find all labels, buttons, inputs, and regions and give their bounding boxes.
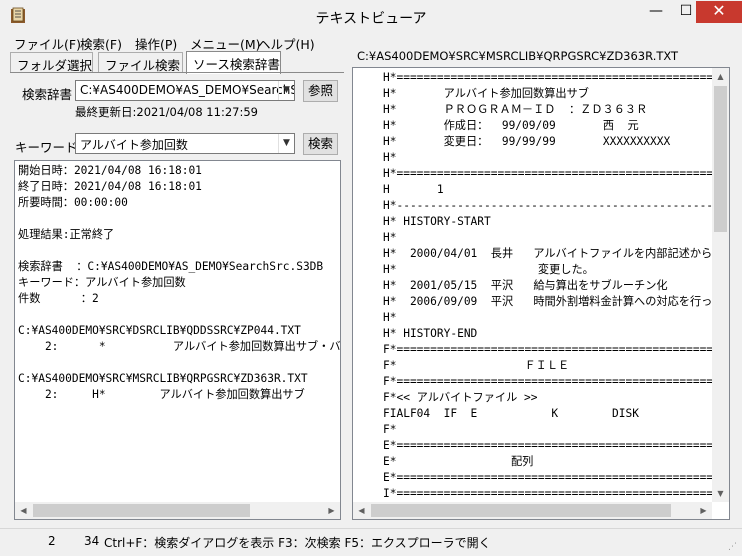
result-line — [18, 307, 340, 323]
source-line: H* HISTORY-START — [383, 215, 491, 228]
status-bar: 2 34 Ctrl+F：検索ダイアログを表示 F3：次検索 F5：エクスプローラ… — [0, 528, 742, 556]
source-line: F* ＦＩＬＥ — [383, 359, 570, 372]
results-panel[interactable]: 開始日時：2021/04/08 16:18:01 終了日時：2021/04/08 … — [14, 160, 341, 520]
source-line: FIALF04 IF E K DISK — [383, 407, 639, 420]
status-line: 2 — [48, 534, 56, 548]
resize-grip-icon[interactable]: ⋰ — [728, 542, 740, 554]
scroll-up-icon[interactable]: ▲ — [712, 68, 729, 85]
source-line: H*--------------------------------------… — [383, 199, 727, 212]
viewer-text: H*======================================… — [383, 70, 727, 502]
source-line: F* — [383, 423, 397, 436]
title-bar: テキストビューア — ☐ ✕ — [0, 0, 742, 32]
result-line: 終了日時：2021/04/08 16:18:01 — [18, 180, 202, 193]
scroll-right-icon[interactable]: ▶ — [695, 502, 712, 519]
source-line: H*======================================… — [383, 71, 727, 84]
results-hscrollbar[interactable]: ◀ ▶ — [15, 502, 340, 519]
scroll-left-icon[interactable]: ◀ — [353, 502, 370, 519]
source-line: E*======================================… — [383, 471, 727, 484]
menu-file[interactable]: ファイル(F) — [14, 34, 81, 53]
result-line — [18, 243, 340, 259]
result-line: 所要時間：00:00:00 — [18, 196, 128, 209]
scroll-thumb[interactable] — [33, 504, 250, 517]
source-line: H* 変更した。 — [383, 263, 594, 276]
close-button[interactable]: ✕ — [696, 1, 742, 23]
source-line: H* — [383, 311, 397, 324]
status-column: 34 — [84, 534, 100, 548]
result-line: 2: * アルバイト参加回数算出サブ・バ — [18, 340, 341, 353]
scroll-down-icon[interactable]: ▼ — [712, 485, 729, 502]
status-hint: Ctrl+F：検索ダイアログを表示 F3：次検索 F5：エクスプローラで開く — [104, 536, 491, 550]
results-text: 開始日時：2021/04/08 16:18:01 終了日時：2021/04/08 … — [18, 163, 341, 403]
source-line: H* 変更日： 99/99/99 XXXXXXXXXX — [383, 135, 671, 148]
result-line: 開始日時：2021/04/08 16:18:01 — [18, 164, 202, 177]
source-line: H* HISTORY-END — [383, 327, 478, 340]
dict-value: C:¥AS400DEMO¥AS_DEMO¥SearchSrc — [80, 83, 295, 97]
source-line: H* アルバイト参加回数算出サブ — [383, 87, 589, 100]
source-line: H* 作成日： 99/09/09 西 元 — [383, 119, 639, 132]
source-line: H* 2001/05/15 平沢 給与算出をサブルーチン化 — [383, 279, 668, 292]
result-line: 件数 ：2 — [18, 292, 99, 305]
viewer-hscrollbar[interactable]: ◀ ▶ — [353, 502, 712, 519]
source-line: E* 配列 — [383, 455, 534, 468]
source-line: H 1 — [383, 183, 444, 196]
chevron-down-icon[interactable]: ▼ — [278, 134, 294, 153]
tab-divider — [10, 72, 344, 73]
scroll-left-icon[interactable]: ◀ — [15, 502, 32, 519]
keyword-select[interactable]: アルバイト参加回数 ▼ — [75, 133, 295, 154]
source-line: F*<< アルバイトファイル >> — [383, 391, 538, 404]
scroll-thumb[interactable] — [714, 86, 727, 232]
source-line: H* — [383, 151, 397, 164]
source-line: H* 2000/04/01 長井 アルバイトファイルを内部記述から — [383, 247, 713, 260]
tab-file-search[interactable]: ファイル検索 — [98, 52, 183, 73]
browse-button[interactable]: 参照 — [303, 80, 338, 102]
source-line: H* 2006/09/09 平沢 時間外割増料金計算への対応を行っ — [383, 295, 713, 308]
chevron-down-icon[interactable]: ▼ — [278, 81, 294, 100]
source-line: I*======================================… — [383, 487, 727, 500]
dict-label: 検索辞書 — [22, 87, 73, 102]
menu-search[interactable]: 検索(F) — [80, 34, 122, 53]
result-line: 検索辞書 ：C:¥AS400DEMO¥AS_DEMO¥SearchSrc.S3D… — [18, 260, 324, 273]
result-line: 処理結果:正常終了 — [18, 228, 115, 241]
source-line: F*======================================… — [383, 375, 727, 388]
keyword-value: アルバイト参加回数 — [80, 138, 188, 152]
scroll-thumb[interactable] — [371, 504, 671, 517]
source-line: F*======================================… — [383, 343, 727, 356]
source-line: H* — [383, 231, 397, 244]
result-line — [18, 211, 340, 227]
source-line: H*======================================… — [383, 167, 727, 180]
result-line: 2: H* アルバイト参加回数算出サブ — [18, 388, 305, 401]
tab-folder-select[interactable]: フォルダ選択 — [10, 52, 93, 73]
result-line — [18, 355, 340, 371]
keyword-label: キーワード — [15, 140, 78, 155]
minimize-button[interactable]: — — [641, 1, 671, 23]
source-line: E*======================================… — [383, 439, 727, 452]
viewer-vscrollbar[interactable]: ▲ ▼ — [712, 68, 729, 502]
window-title: テキストビューア — [315, 11, 427, 27]
viewer-panel[interactable]: H*======================================… — [352, 67, 730, 520]
source-line: H* ＰＲＯＧＲＡＭ－ＩＤ ：ＺＤ３６３Ｒ — [383, 103, 648, 116]
search-button[interactable]: 検索 — [303, 133, 338, 155]
viewer-file-path: C:¥AS400DEMO¥SRC¥MSRCLIB¥QRPGSRC¥ZD363R.… — [357, 49, 679, 63]
result-line: C:¥AS400DEMO¥SRC¥DSRCLIB¥QDDSSRC¥ZP044.T… — [18, 324, 301, 337]
result-line: キーワード：アルバイト参加回数 — [18, 276, 186, 289]
scroll-right-icon[interactable]: ▶ — [323, 502, 340, 519]
dict-select[interactable]: C:¥AS400DEMO¥AS_DEMO¥SearchSrc ▼ — [75, 80, 295, 101]
result-line: C:¥AS400DEMO¥SRC¥MSRCLIB¥QRPGSRC¥ZD363R.… — [18, 372, 308, 385]
menu-operation[interactable]: 操作(P) — [135, 34, 177, 53]
last-updated: 最終更新日:2021/04/08 11:27:59 — [75, 105, 258, 119]
tab-source-dictionary[interactable]: ソース検索辞書 — [186, 51, 281, 74]
